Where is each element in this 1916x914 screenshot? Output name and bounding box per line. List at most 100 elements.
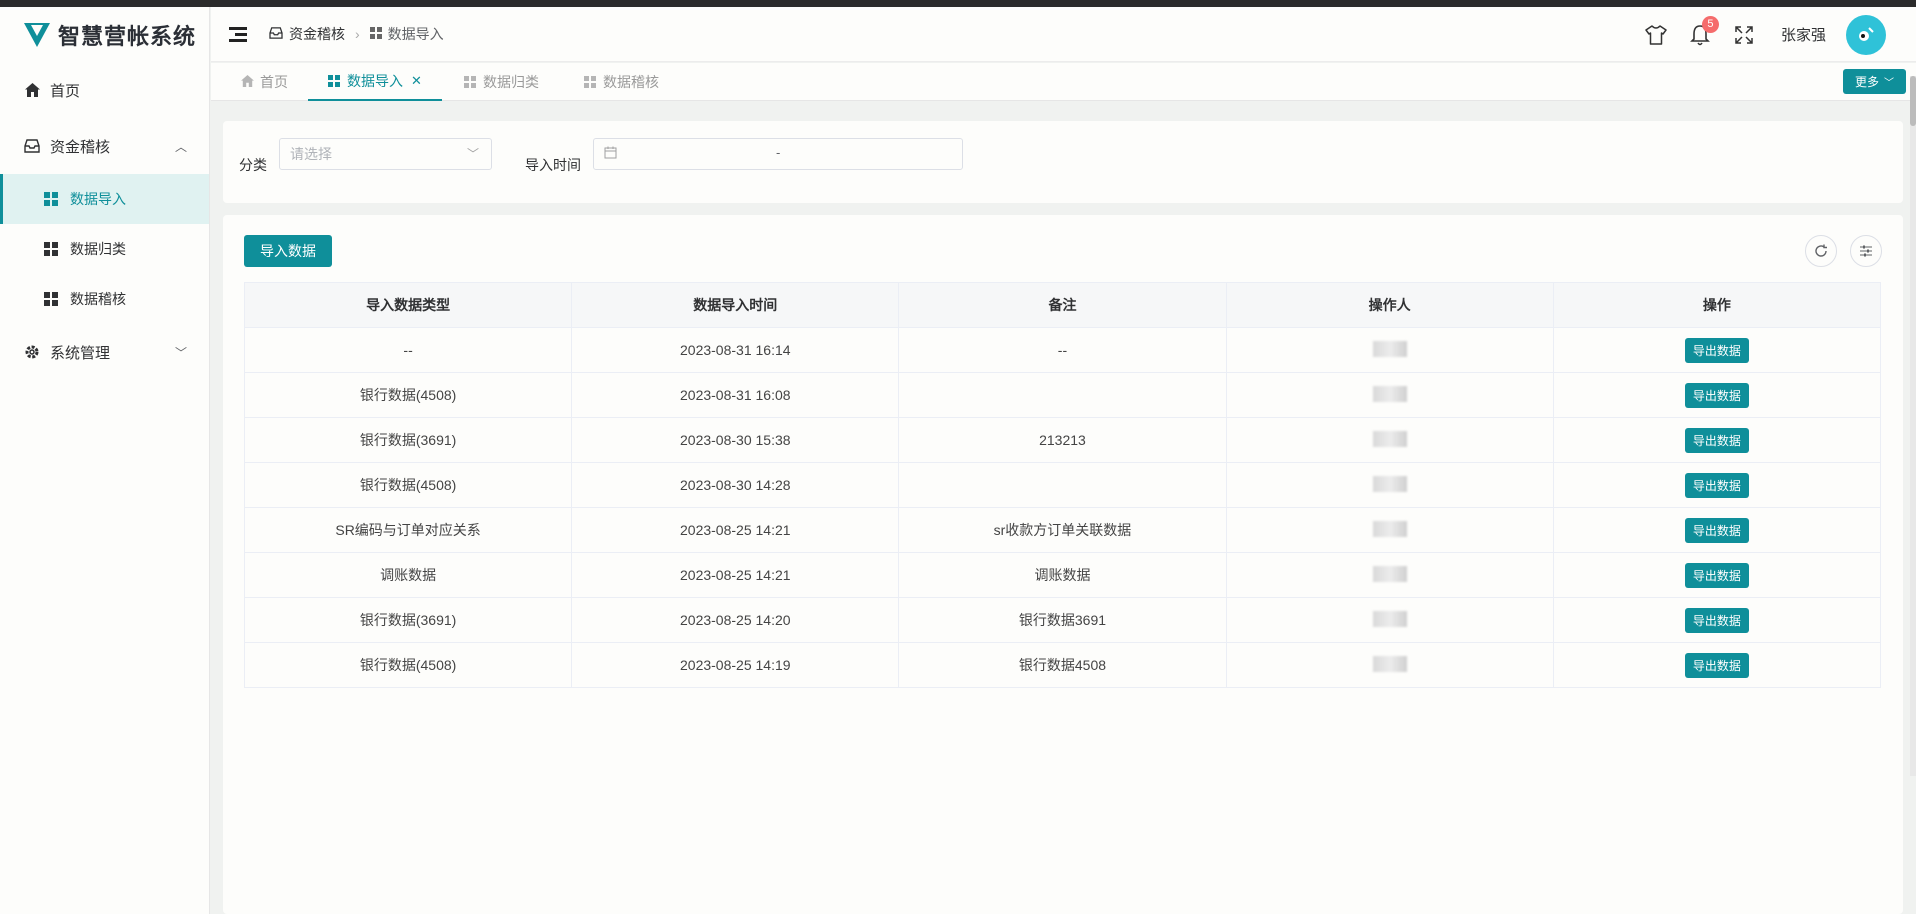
user-name[interactable]: 张家强 <box>1781 24 1826 45</box>
cell-note: -- <box>898 327 1227 373</box>
sidebar-item-label: 数据归类 <box>70 241 126 257</box>
sidebar-item-home[interactable]: 首页 <box>0 62 209 118</box>
table-row: 银行数据(3691) 2023-08-25 14:20 银行数据3691 导出数… <box>243 597 1882 643</box>
sidebar-item-system[interactable]: 系统管理 ﹀ <box>0 324 209 380</box>
header-actions: 5 张家强 <box>1623 7 1886 62</box>
cell-type: 调账数据 <box>243 552 573 598</box>
redacted-operator <box>1372 475 1407 492</box>
cell-time: 2023-08-31 16:08 <box>571 372 900 418</box>
category-label: 分类 <box>239 157 267 173</box>
chevron-right-icon: › <box>355 26 360 42</box>
grid-icon <box>369 26 382 42</box>
sidebar-item-data-import[interactable]: 数据导入 <box>0 174 209 224</box>
cell-operator <box>1225 552 1554 598</box>
sidebar: 智慧营帐系统 首页 资金稽核 ︿ 数据导入 数据归类 数据稽核 系统管理 ﹀ <box>0 7 210 914</box>
cell-note <box>898 462 1227 508</box>
tab-home[interactable]: 首页 <box>241 63 288 101</box>
tab-label: 数据稽核 <box>603 74 659 90</box>
table-row: 调账数据 2023-08-25 14:21 调账数据 导出数据 <box>243 552 1882 598</box>
table-row: 银行数据(4508) 2023-08-31 16:08 导出数据 <box>243 372 1882 418</box>
sliders-icon <box>1860 245 1872 257</box>
export-data-button[interactable]: 导出数据 <box>1684 427 1749 453</box>
cell-action: 导出数据 <box>1552 597 1882 643</box>
sidebar-item-label: 数据稽核 <box>70 291 126 307</box>
table-panel: 导入数据 导入数据类型 数据导入时间 备注 操作人 操作 -- 2023-08-… <box>223 215 1903 914</box>
cell-note: 调账数据 <box>898 552 1227 598</box>
cell-time: 2023-08-25 14:20 <box>571 597 900 643</box>
cell-operator <box>1225 327 1554 373</box>
breadcrumb-current: 数据导入 <box>387 26 444 42</box>
export-data-button[interactable]: 导出数据 <box>1684 652 1749 678</box>
cell-time: 2023-08-25 14:21 <box>571 552 900 598</box>
avatar[interactable] <box>1846 14 1886 55</box>
table-row: 银行数据(4508) 2023-08-30 14:28 导出数据 <box>243 462 1882 508</box>
redacted-operator <box>1372 340 1407 357</box>
grid-icon <box>328 75 340 87</box>
cell-time: 2023-08-25 14:21 <box>571 507 900 553</box>
tabs-bar: 首页 数据导入 ✕ 数据归类 数据稽核 更多 ﹀ <box>211 63 1916 101</box>
tab-data-import[interactable]: 数据导入 ✕ <box>308 63 442 101</box>
calendar-icon <box>604 146 617 162</box>
export-data-button[interactable]: 导出数据 <box>1684 472 1749 498</box>
cell-action: 导出数据 <box>1552 417 1882 463</box>
page-scrollbar-track[interactable] <box>1910 76 1916 776</box>
sidebar-item-label: 系统管理 <box>50 344 111 362</box>
export-data-button[interactable]: 导出数据 <box>1684 337 1749 363</box>
date-range-picker[interactable]: - <box>593 138 963 170</box>
export-data-button[interactable]: 导出数据 <box>1684 517 1749 543</box>
gear-icon <box>24 344 40 360</box>
column-header: 备注 <box>898 282 1227 328</box>
table-row: -- 2023-08-31 16:14 -- 导出数据 <box>243 327 1882 373</box>
fullscreen-icon[interactable] <box>1733 24 1755 46</box>
cell-note <box>898 372 1227 418</box>
cell-type: -- <box>243 327 573 373</box>
more-button[interactable]: 更多 ﹀ <box>1842 69 1906 94</box>
more-label: 更多 <box>1854 75 1879 89</box>
grid-icon <box>44 192 58 206</box>
column-settings-button[interactable] <box>1850 235 1882 267</box>
redacted-operator <box>1372 385 1407 402</box>
export-data-button[interactable]: 导出数据 <box>1684 562 1749 588</box>
export-data-button[interactable]: 导出数据 <box>1684 607 1749 633</box>
date-separator: - <box>776 145 781 160</box>
sidebar-item-data-audit[interactable]: 数据稽核 <box>0 274 209 324</box>
sidebar-item-fund-audit[interactable]: 资金稽核 ︿ <box>0 118 209 174</box>
category-select[interactable]: 请选择 ﹀ <box>279 138 492 170</box>
export-data-button[interactable]: 导出数据 <box>1684 382 1749 408</box>
tab-data-audit[interactable]: 数据稽核 <box>584 63 659 101</box>
table-header-row: 导入数据类型 数据导入时间 备注 操作人 操作 <box>243 282 1882 328</box>
logo-icon <box>24 22 50 47</box>
import-data-button[interactable]: 导入数据 <box>244 235 332 267</box>
breadcrumb-item[interactable]: 资金稽核 <box>289 24 345 44</box>
column-header: 操作人 <box>1225 282 1554 328</box>
cell-type: 银行数据(3691) <box>243 597 573 643</box>
sidebar-item-data-classify[interactable]: 数据归类 <box>0 224 209 274</box>
inbox-icon <box>24 138 40 154</box>
filter-panel: 分类 请选择 ﹀ 导入时间 - <box>223 121 1903 203</box>
notification-badge: 5 <box>1701 15 1719 33</box>
table-row: 银行数据(3691) 2023-08-30 15:38 213213 导出数据 <box>243 417 1882 463</box>
cell-note: sr收款方订单关联数据 <box>898 507 1227 553</box>
redacted-operator <box>1372 565 1407 582</box>
refresh-button[interactable] <box>1805 235 1837 267</box>
close-icon[interactable]: ✕ <box>411 73 422 89</box>
cell-action: 导出数据 <box>1552 462 1882 508</box>
tab-label: 数据导入 <box>347 73 403 89</box>
cell-time: 2023-08-30 14:28 <box>571 462 900 508</box>
cell-note: 213213 <box>898 417 1227 463</box>
cell-time: 2023-08-25 14:19 <box>571 642 900 688</box>
cell-operator <box>1225 417 1554 463</box>
grid-icon <box>464 76 476 88</box>
cell-operator <box>1225 642 1554 688</box>
bell-icon[interactable]: 5 <box>1689 15 1719 46</box>
top-header: 资金稽核 › 数据导入 5 张家强 <box>211 7 1916 62</box>
sidebar-item-label: 资金稽核 <box>50 138 111 156</box>
app-logo[interactable]: 智慧营帐系统 <box>0 7 209 62</box>
menu-toggle-icon[interactable] <box>229 26 247 42</box>
table-row: 银行数据(4508) 2023-08-25 14:19 银行数据4508 导出数… <box>243 642 1882 688</box>
tab-data-classify[interactable]: 数据归类 <box>464 63 539 101</box>
chevron-down-icon: ﹀ <box>174 345 187 360</box>
page-scrollbar-thumb[interactable] <box>1910 76 1916 126</box>
column-header: 导入数据类型 <box>243 282 573 328</box>
shirt-icon[interactable] <box>1645 24 1667 46</box>
